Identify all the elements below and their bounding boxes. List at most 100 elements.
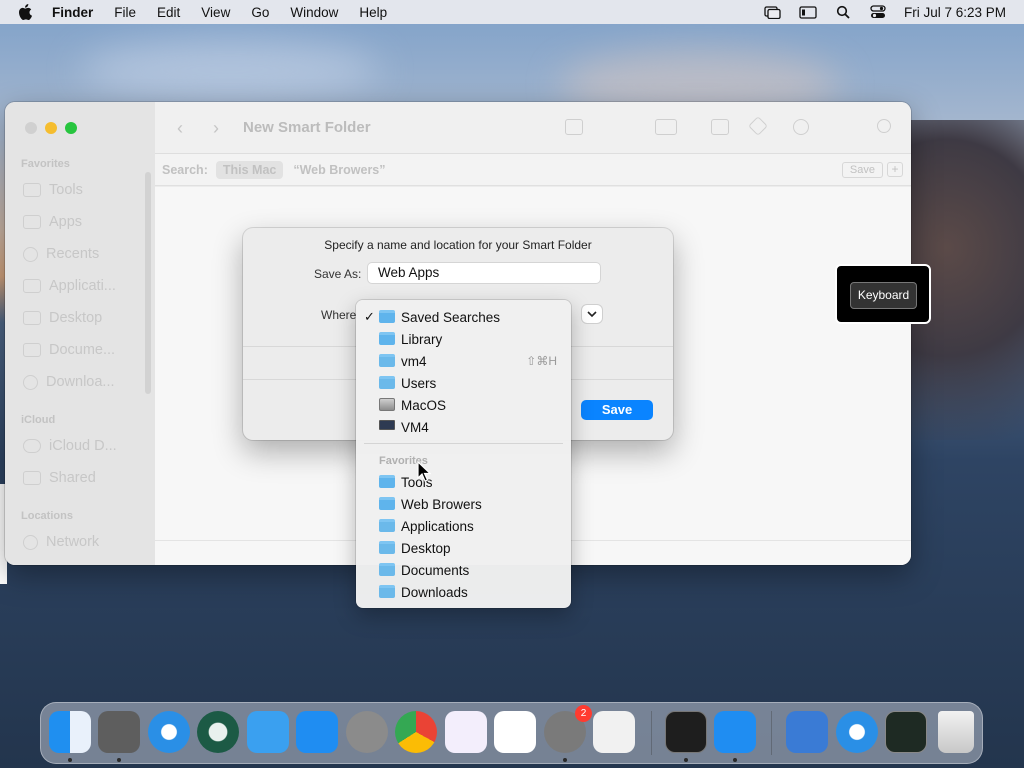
save-as-input[interactable]: Web Apps [367, 262, 601, 284]
shared-folder-icon [23, 471, 41, 485]
window-title: New Smart Folder [243, 119, 371, 136]
menu-app-name[interactable]: Finder [52, 5, 93, 20]
menu-view[interactable]: View [201, 5, 230, 20]
menu-help[interactable]: Help [359, 5, 387, 20]
menu-item-macos[interactable]: MacOS [356, 394, 571, 416]
automator-icon[interactable] [346, 711, 388, 753]
dock-separator [771, 711, 772, 755]
menu-item-vm4-home[interactable]: vm4 ⇧⌘H [356, 350, 571, 372]
sidebar-item-label: Shared [49, 470, 96, 486]
control-center-icon[interactable] [869, 5, 887, 19]
expand-dialog-button[interactable] [582, 305, 602, 323]
group-icon[interactable] [655, 119, 677, 135]
menu-item-library[interactable]: Library [356, 328, 571, 350]
menu-item-web-browers[interactable]: Web Browers [356, 493, 571, 515]
menu-item-label: vm4 [401, 353, 427, 369]
minimize-window-button[interactable] [45, 122, 57, 134]
menu-item-documents[interactable]: Documents [356, 559, 571, 581]
trash-icon[interactable] [938, 711, 974, 753]
sidebar-item-apps[interactable]: Apps [23, 214, 82, 230]
app-store-icon[interactable] [296, 711, 338, 753]
scope-this-mac[interactable]: This Mac [215, 160, 284, 179]
share-icon[interactable] [711, 119, 729, 135]
time-machine-icon[interactable] [197, 711, 239, 753]
safari-icon[interactable] [148, 711, 190, 753]
vscode-icon[interactable] [494, 711, 536, 753]
documents-folder-icon [379, 563, 395, 576]
visual-studio-icon[interactable] [445, 711, 487, 753]
close-window-button[interactable] [25, 122, 37, 134]
running-indicator [563, 758, 567, 762]
sidebar-icloud-header: iCloud [21, 414, 56, 426]
menu-item-label: Desktop [401, 540, 451, 556]
terminal-icon[interactable] [665, 711, 707, 753]
chrome-icon[interactable] [395, 711, 437, 753]
menu-clock[interactable]: Fri Jul 7 6:23 PM [904, 5, 1006, 20]
sidebar-item-desktop[interactable]: Desktop [23, 310, 102, 326]
screen-mirroring-icon[interactable] [764, 5, 782, 19]
menu-go[interactable]: Go [251, 5, 269, 20]
network-icon [23, 534, 38, 550]
menu-item-shortcut: ⇧⌘H [526, 354, 557, 368]
clock-icon [23, 246, 38, 262]
download-icon [23, 374, 38, 390]
view-mode-icon[interactable] [565, 119, 583, 135]
menu-item-desktop[interactable]: Desktop [356, 537, 571, 559]
menu-item-label: Downloads [401, 584, 468, 600]
add-criteria-button[interactable]: + [887, 162, 903, 177]
checkmark-icon: ✓ [364, 309, 375, 324]
cloud-icon [23, 439, 41, 453]
running-indicator [684, 758, 688, 762]
tag-icon[interactable] [748, 116, 768, 136]
launchpad-icon[interactable] [593, 711, 635, 753]
app-store-2-icon[interactable] [714, 711, 756, 753]
location-popup-menu: ✓ Saved Searches Library vm4 ⇧⌘H Users M… [356, 300, 571, 608]
menu-item-downloads[interactable]: Downloads [356, 581, 571, 603]
scope-query[interactable]: “Web Browers” [293, 163, 385, 177]
sidebar-item-label: Recents [46, 246, 100, 262]
zoom-window-button[interactable] [65, 122, 77, 134]
menu-item-label: Saved Searches [401, 309, 501, 325]
sidebar-item-shared[interactable]: Shared [23, 470, 96, 486]
xcode-icon[interactable] [786, 711, 828, 753]
menu-file[interactable]: File [114, 5, 136, 20]
pixelmator-icon[interactable] [98, 711, 140, 753]
save-search-button[interactable]: Save [841, 161, 883, 178]
keyboard-button[interactable]: Keyboard [850, 282, 917, 309]
where-label: Where [321, 308, 357, 322]
sidebar-item-downloads[interactable]: Downloa... [23, 374, 115, 390]
menu-edit[interactable]: Edit [157, 5, 180, 20]
testflight-icon[interactable] [247, 711, 289, 753]
sidebar-locations-header: Locations [21, 510, 73, 522]
sidebar-item-tools[interactable]: Tools [23, 182, 83, 198]
sidebar-item-documents[interactable]: Docume... [23, 342, 115, 358]
forward-arrow-icon[interactable]: › [213, 118, 219, 139]
system-settings-icon[interactable]: 2 [544, 705, 592, 753]
menu-item-saved-searches[interactable]: ✓ Saved Searches [356, 306, 571, 328]
folder-icon [23, 215, 41, 229]
sidecar-icon[interactable] [799, 5, 817, 19]
sidebar-item-network[interactable]: Network [23, 534, 99, 550]
menu-item-applications[interactable]: Applications [356, 515, 571, 537]
back-arrow-icon[interactable]: ‹ [177, 118, 183, 139]
menu-window[interactable]: Window [290, 5, 338, 20]
menu-item-label: Documents [401, 562, 470, 578]
menu-item-vm4-computer[interactable]: VM4 [356, 416, 571, 438]
search-icon[interactable] [877, 119, 891, 133]
finder-icon[interactable] [49, 711, 91, 753]
menu-item-tools[interactable]: Tools [356, 471, 571, 493]
save-button[interactable]: Save [581, 400, 653, 420]
spotlight-search-icon[interactable] [834, 5, 852, 19]
apple-menu-icon[interactable] [18, 4, 40, 20]
sidebar-item-applications[interactable]: Applicati... [23, 278, 116, 294]
folder-icon [379, 497, 395, 510]
activity-monitor-icon[interactable] [885, 711, 927, 753]
save-as-label: Save As: [314, 267, 362, 281]
menu-item-users[interactable]: Users [356, 372, 571, 394]
more-actions-icon[interactable] [793, 119, 809, 135]
sidebar-item-icloud-drive[interactable]: iCloud D... [23, 438, 117, 454]
sidebar-item-recents[interactable]: Recents [23, 246, 99, 262]
safari-2-icon[interactable] [836, 711, 878, 753]
folder-icon [23, 183, 41, 197]
sidebar-scrollbar[interactable] [145, 172, 151, 394]
